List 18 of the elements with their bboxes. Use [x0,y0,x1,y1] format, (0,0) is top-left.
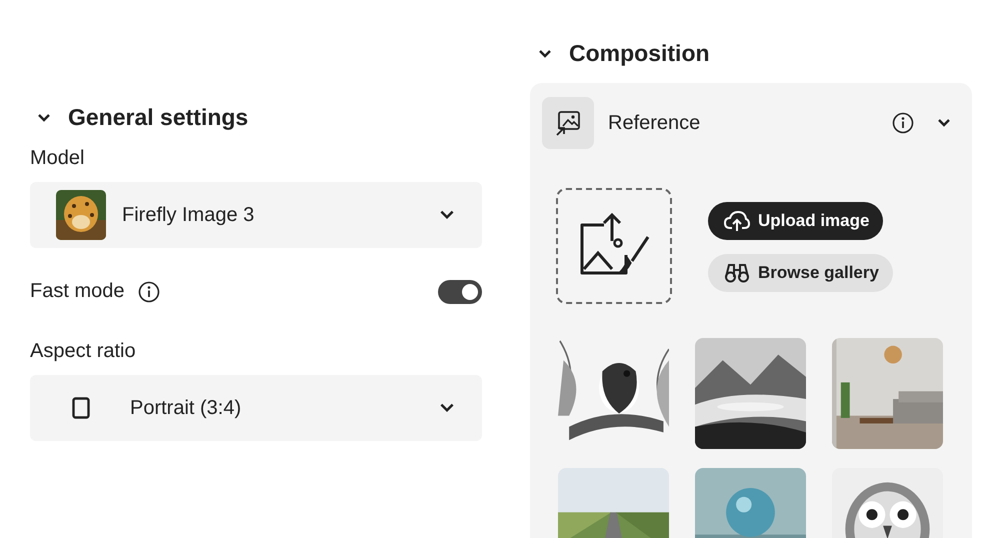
image-drop-zone[interactable] [556,188,672,304]
toggle-switch[interactable] [438,280,482,304]
field-label: Aspect ratio [30,340,136,363]
aspect-ratio-dropdown[interactable]: Portrait (3:4) [30,375,482,441]
section-title: General settings [68,104,248,131]
binoculars-icon [724,262,750,284]
info-icon[interactable] [138,281,160,303]
section-title: Composition [569,40,710,67]
info-icon[interactable] [892,112,914,134]
model-dropdown[interactable]: Firefly Image 3 [30,182,482,248]
reference-image-icon [542,97,594,149]
browse-gallery-button[interactable]: Browse gallery [708,254,893,292]
upload-image-button[interactable]: Upload image [708,202,884,240]
cloud-upload-icon [724,210,750,232]
reference-label: Reference [608,112,702,134]
field-label: Fast mode [30,280,124,303]
portrait-icon [72,397,90,419]
field-label: Model [30,147,84,170]
